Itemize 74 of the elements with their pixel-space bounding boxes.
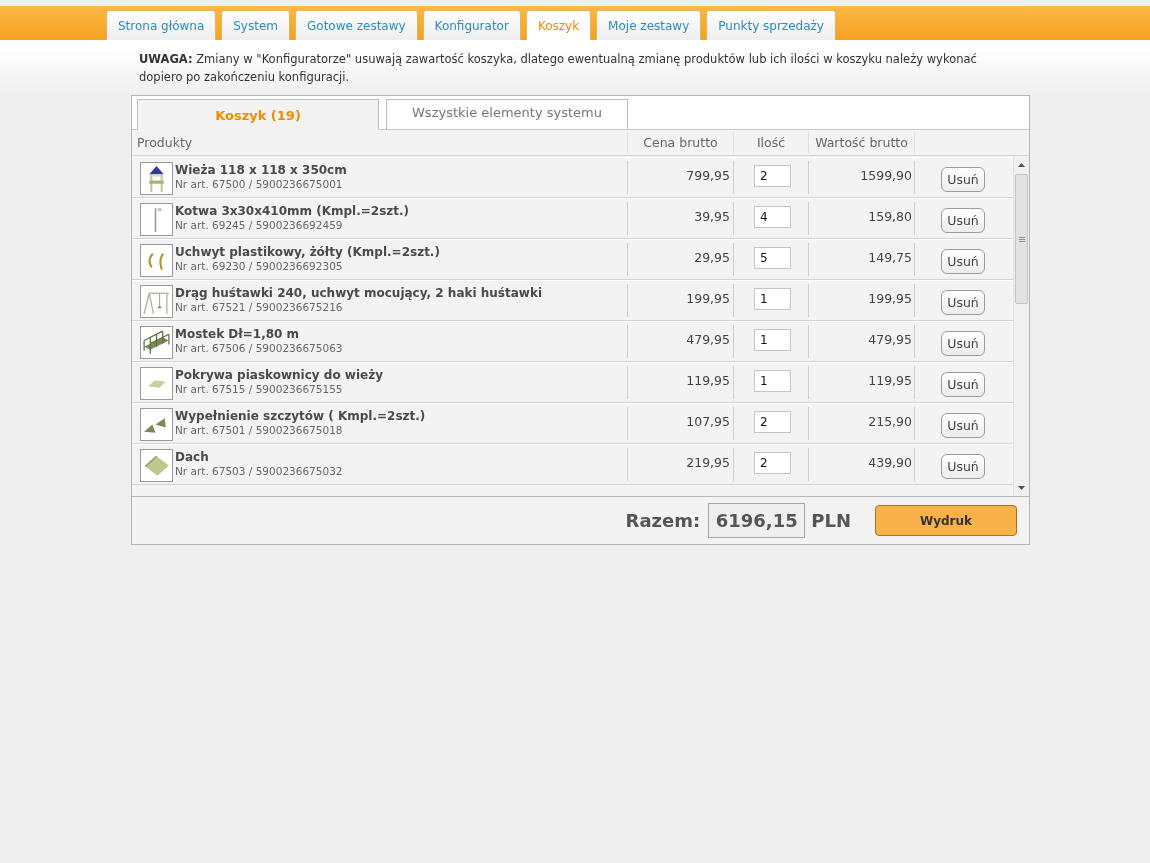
product-name: Dach <box>175 450 210 465</box>
line-total: 159,80 <box>868 209 912 224</box>
nav-tab[interactable]: System <box>221 10 290 40</box>
line-total: 119,95 <box>868 373 912 388</box>
unit-price: 479,95 <box>686 332 730 347</box>
remove-button[interactable]: Usuń <box>941 413 985 438</box>
quantity-field[interactable]: 1 <box>754 329 791 351</box>
swing-frame-icon <box>140 285 173 318</box>
total-label: Razem: <box>625 510 701 531</box>
unit-price: 199,95 <box>686 291 730 306</box>
unit-price: 799,95 <box>686 168 730 183</box>
quantity-field[interactable]: 2 <box>754 411 791 433</box>
scrollbar[interactable] <box>1013 156 1029 496</box>
tower-icon <box>140 162 173 195</box>
line-total: 439,90 <box>868 455 912 470</box>
remove-button[interactable]: Usuń <box>941 454 985 479</box>
column-header: Cena brutto <box>643 135 718 150</box>
unit-price: 219,95 <box>686 455 730 470</box>
product-name: Drąg huśtawki 240, uchwyt mocujący, 2 haki huśtawki <box>175 286 542 301</box>
remove-button[interactable]: Usuń <box>941 290 985 315</box>
triangles-icon <box>140 408 173 441</box>
quantity-field[interactable]: 1 <box>754 288 791 310</box>
nav-tab[interactable]: Konfigurator <box>422 10 521 40</box>
handles-icon <box>140 244 173 277</box>
unit-price: 119,95 <box>686 373 730 388</box>
remove-button[interactable]: Usuń <box>941 372 985 397</box>
quantity-field[interactable]: 1 <box>754 370 791 392</box>
unit-price: 29,95 <box>694 250 730 265</box>
article-number: Nr art. 67503 / 5900236675032 <box>175 465 343 478</box>
quantity-field[interactable]: 5 <box>754 247 791 269</box>
line-total: 479,95 <box>868 332 912 347</box>
article-number: Nr art. 67501 / 5900236675018 <box>175 424 344 437</box>
product-name: Mostek Dł=1,80 m <box>175 327 301 342</box>
column-header: Wartość brutto <box>815 135 908 150</box>
bridge-icon <box>140 326 173 359</box>
product-name: Wieża 118 x 118 x 350cm <box>175 163 347 178</box>
product-name: Pokrywa piaskownicy do wieży <box>175 368 383 383</box>
remove-button[interactable]: Usuń <box>941 249 985 274</box>
product-name: Uchwyt plastikowy, żółty (Kmpl.=2szt.) <box>175 245 440 260</box>
remove-button[interactable]: Usuń <box>941 208 985 233</box>
nav-tab[interactable]: Strona główna <box>106 10 217 40</box>
post-icon <box>140 203 173 236</box>
article-number: Nr art. 67515 / 5900236675155 <box>175 383 344 396</box>
line-total: 199,95 <box>868 291 912 306</box>
line-total: 1599,90 <box>860 168 912 183</box>
article-number: Nr art. 69245 / 5900236692459 <box>175 219 344 232</box>
nav-tab[interactable]: Gotowe zestawy <box>295 10 418 40</box>
product-name: Wypełnienie szczytów ( Kmpl.=2szt.) <box>175 409 426 424</box>
quantity-field[interactable]: 2 <box>754 165 791 187</box>
unit-price: 107,95 <box>686 414 730 429</box>
product-name: Kotwa 3x30x410mm (Kmpl.=2szt.) <box>175 204 410 219</box>
warning-notice: UWAGA: Zmiany w "Konfiguratorze" usuwają zawartość koszyka, dlatego ewentualną zmianę produktów lub ich ilości w koszyku należy wykonać dopiero po zakończeniu konfiguracji. <box>139 51 978 86</box>
nav-tab[interactable]: Punkty sprzedaży <box>706 10 836 40</box>
unit-price: 39,95 <box>694 209 730 224</box>
panel-tab[interactable]: Wszystkie elementy systemu <box>386 99 628 130</box>
quantity-field[interactable]: 4 <box>754 206 791 228</box>
scrollbar-thumb[interactable] <box>1015 174 1028 304</box>
roof-icon <box>140 449 173 482</box>
panel-icon <box>140 367 173 400</box>
remove-button[interactable]: Usuń <box>941 331 985 356</box>
quantity-field[interactable]: 2 <box>754 452 791 474</box>
line-total: 149,75 <box>868 250 912 265</box>
column-header: Produkty <box>137 135 193 150</box>
article-number: Nr art. 69230 / 5900236692305 <box>175 260 344 273</box>
line-total: 215,90 <box>868 414 912 429</box>
article-number: Nr art. 67506 / 5900236675063 <box>175 342 343 355</box>
article-number: Nr art. 67521 / 5900236675216 <box>175 301 344 314</box>
print-button[interactable]: Wydruk <box>875 505 1017 536</box>
nav-tab[interactable]: Moje zestawy <box>596 10 702 40</box>
article-number: Nr art. 67500 / 5900236675001 <box>175 178 344 191</box>
remove-button[interactable]: Usuń <box>941 167 985 192</box>
grand-total: 6196,15 <box>708 503 806 538</box>
currency-label: PLN <box>811 510 851 531</box>
column-header: Ilość <box>756 135 786 150</box>
